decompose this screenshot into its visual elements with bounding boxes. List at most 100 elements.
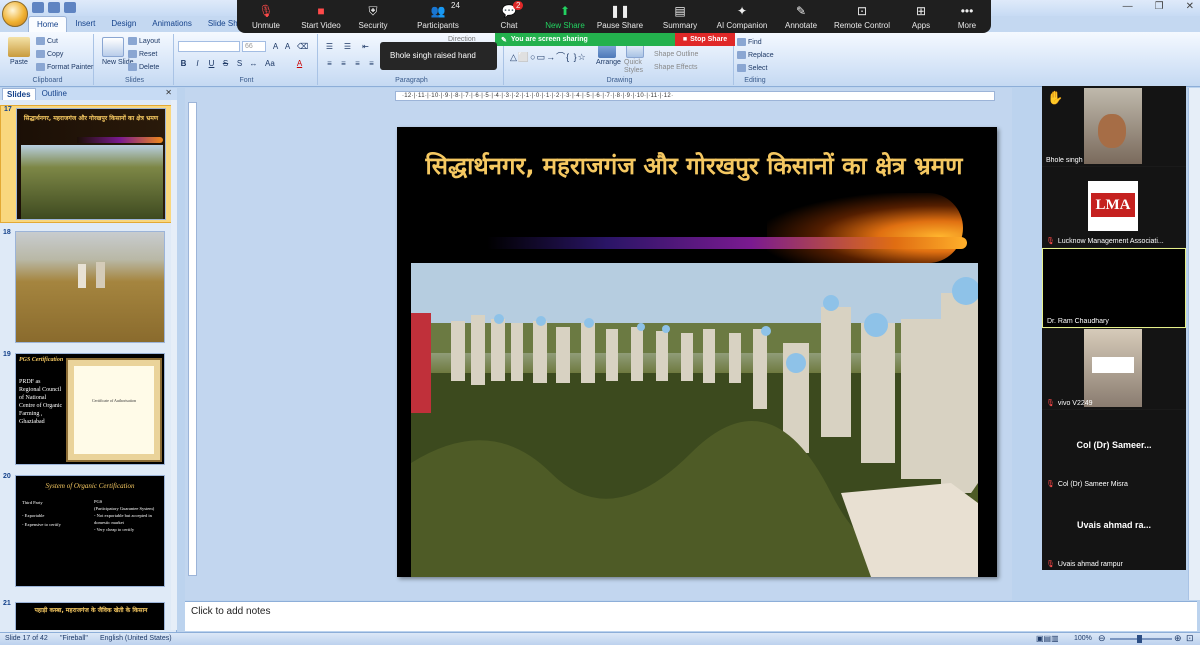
redo-icon[interactable]	[64, 2, 76, 13]
apps-button[interactable]: ⊞ Apps	[897, 0, 945, 33]
participant-tile[interactable]: 🎙 vivo V2249	[1042, 329, 1186, 409]
format-painter-button[interactable]: Format Painter	[36, 63, 93, 71]
align-right-icon[interactable]: ≡	[352, 58, 363, 68]
slide-thumbnail-19[interactable]: 19 PGS Certification PRDF as Regional Co…	[0, 351, 172, 467]
tab-outline[interactable]: Outline	[38, 88, 71, 100]
underline-icon[interactable]: U	[206, 58, 217, 68]
language[interactable]: English (United States)	[100, 635, 172, 642]
slide-thumbnail-17[interactable]: 17 सिद्धार्थनगर, महराजगंज और गोरखपुर किस…	[0, 105, 172, 223]
decrease-indent-icon[interactable]: ⇤	[360, 41, 371, 51]
notes-placeholder[interactable]: Click to add notes	[191, 606, 271, 617]
numbering-icon[interactable]: ☰	[342, 41, 353, 51]
replace-label: Replace	[748, 51, 774, 59]
view-buttons[interactable]: ▣▤▥	[1036, 634, 1059, 643]
cut-label: Cut	[47, 37, 58, 45]
certificate-image: Certificate of Authorisation	[66, 358, 162, 462]
font-color-icon[interactable]: A	[294, 58, 305, 68]
col1-line: - Expensive to certify	[22, 522, 61, 527]
bold-icon[interactable]: B	[178, 58, 189, 68]
annotate-button[interactable]: ✎ Annotate	[775, 0, 827, 33]
notes-pane[interactable]: Click to add notes	[185, 601, 1197, 631]
bullets-icon[interactable]: ☰	[324, 41, 335, 51]
start-video-button[interactable]: ■ Start Video	[295, 0, 347, 33]
field-visit-photo[interactable]	[411, 263, 978, 577]
participants-button[interactable]: 👥 24 Participants	[399, 0, 477, 33]
close-panel-icon[interactable]: ✕	[165, 88, 172, 97]
tab-animations[interactable]: Animations	[144, 16, 200, 32]
change-case-icon[interactable]: Aa	[264, 58, 275, 68]
shape-outline-button[interactable]: Shape Outline	[654, 51, 698, 58]
format-painter-label: Format Painter	[47, 63, 94, 71]
participant-tile-active-speaker[interactable]: Dr. Ram Chaudhary	[1042, 248, 1186, 328]
align-left-icon[interactable]: ≡	[324, 58, 335, 68]
certificate-heading: Certificate of Authorisation	[92, 398, 136, 403]
slide-thumbnail-20[interactable]: 20 System of Organic Certification Third…	[0, 473, 172, 589]
shape-effects-button[interactable]: Shape Effects	[654, 64, 697, 71]
slide-scrollbar[interactable]	[1188, 88, 1200, 600]
new-share-button[interactable]: ⬆ New Share	[541, 0, 589, 33]
reset-button[interactable]: Reset	[128, 50, 157, 58]
summary-button[interactable]: ▤ Summary	[651, 0, 709, 33]
stop-share-label: Stop Share	[690, 36, 728, 43]
participant-tile[interactable]: Uvais ahmad ra... 🎙 Uvais ahmad rampur	[1042, 490, 1186, 570]
slides-panel-scrollbar[interactable]	[171, 100, 177, 630]
ai-companion-button[interactable]: ✦ AI Companion	[709, 0, 775, 33]
delete-button[interactable]: Delete	[128, 63, 159, 71]
zoom-level[interactable]: 100%	[1074, 635, 1092, 642]
save-icon[interactable]	[32, 2, 44, 13]
chat-button[interactable]: 💬 2 Chat	[477, 0, 541, 33]
shrink-font-icon[interactable]: A	[282, 41, 293, 51]
minimize-icon[interactable]: —	[1123, 1, 1133, 12]
participant-tile[interactable]: LMA 🎙 Lucknow Management Associati...	[1042, 167, 1186, 247]
spacing-icon[interactable]: ↔	[248, 58, 259, 68]
participant-tile[interactable]: Col (Dr) Sameer... 🎙 Col (Dr) Sameer Misr…	[1042, 410, 1186, 490]
office-button[interactable]	[2, 1, 28, 27]
fit-to-window-icon[interactable]: ⊡	[1186, 633, 1194, 644]
tab-design[interactable]: Design	[103, 16, 144, 32]
zoom-slider-thumb[interactable]	[1137, 635, 1142, 643]
slide-thumbnail-21[interactable]: 21 पहाड़ी कस्बा, महराजगंज के जैविक खेती …	[0, 600, 172, 630]
undo-icon[interactable]	[48, 2, 60, 13]
strikethrough-icon[interactable]: S	[220, 58, 231, 68]
zoom-out-icon[interactable]: ⊖	[1098, 633, 1106, 644]
slide-thumbnail-18[interactable]: 18	[0, 229, 172, 345]
close-icon[interactable]: ✕	[1186, 1, 1194, 12]
reset-icon	[128, 50, 137, 58]
replace-button[interactable]: Replace	[737, 51, 774, 59]
current-slide[interactable]: सिद्धार्थनगर, महराजगंज और गोरखपुर किसानो…	[397, 127, 997, 577]
participant-tile[interactable]: ✋ Bhole singh	[1042, 86, 1186, 166]
select-button[interactable]: Select	[737, 64, 767, 72]
tab-slides[interactable]: Slides	[2, 88, 36, 100]
participant-name: Bhole singh	[1046, 157, 1182, 164]
copy-button[interactable]: Copy	[36, 50, 63, 58]
person-figure	[96, 262, 105, 288]
tab-insert[interactable]: Insert	[67, 16, 103, 32]
paste-button[interactable]: Paste	[10, 59, 28, 66]
align-center-icon[interactable]: ≡	[338, 58, 349, 68]
zoom-in-icon[interactable]: ⊕	[1174, 633, 1182, 644]
grow-font-icon[interactable]: A	[270, 41, 281, 51]
stop-share-button[interactable]: ■ Stop Share	[675, 33, 735, 46]
find-button[interactable]: Find	[737, 38, 762, 46]
tab-home[interactable]: Home	[28, 16, 68, 32]
font-size-field[interactable]: 66	[242, 41, 266, 52]
thumbnail-title: PGS Certification	[19, 357, 64, 363]
shadow-icon[interactable]: S	[234, 58, 245, 68]
cut-button[interactable]: Cut	[36, 37, 58, 45]
arrange-button[interactable]: Arrange	[596, 59, 621, 66]
unmute-button[interactable]: 🎙 Unmute	[237, 0, 295, 33]
italic-icon[interactable]: I	[192, 58, 203, 68]
pause-share-button[interactable]: ❚❚ Pause Share	[589, 0, 651, 33]
justify-icon[interactable]: ≡	[366, 58, 377, 68]
maximize-icon[interactable]: ❐	[1155, 1, 1164, 12]
slides-panel: Slides Outline ✕ 17 सिद्धार्थनगर, महराजग…	[0, 88, 177, 632]
security-button[interactable]: ⛨ Security	[347, 0, 399, 33]
shapes-gallery[interactable]: △⬜○▭→⌒{ }☆	[510, 50, 587, 63]
remote-control-button[interactable]: ⊡ Remote Control	[827, 0, 897, 33]
clear-format-icon[interactable]: ⌫	[296, 41, 308, 51]
quick-styles-button[interactable]: Quick Styles	[624, 59, 644, 75]
more-button[interactable]: ••• More	[945, 0, 989, 33]
slide-title[interactable]: सिद्धार्थनगर, महराजगंज और गोरखपुर किसानो…	[409, 147, 979, 185]
font-name-field[interactable]	[178, 41, 240, 52]
layout-button[interactable]: Layout	[128, 37, 160, 45]
